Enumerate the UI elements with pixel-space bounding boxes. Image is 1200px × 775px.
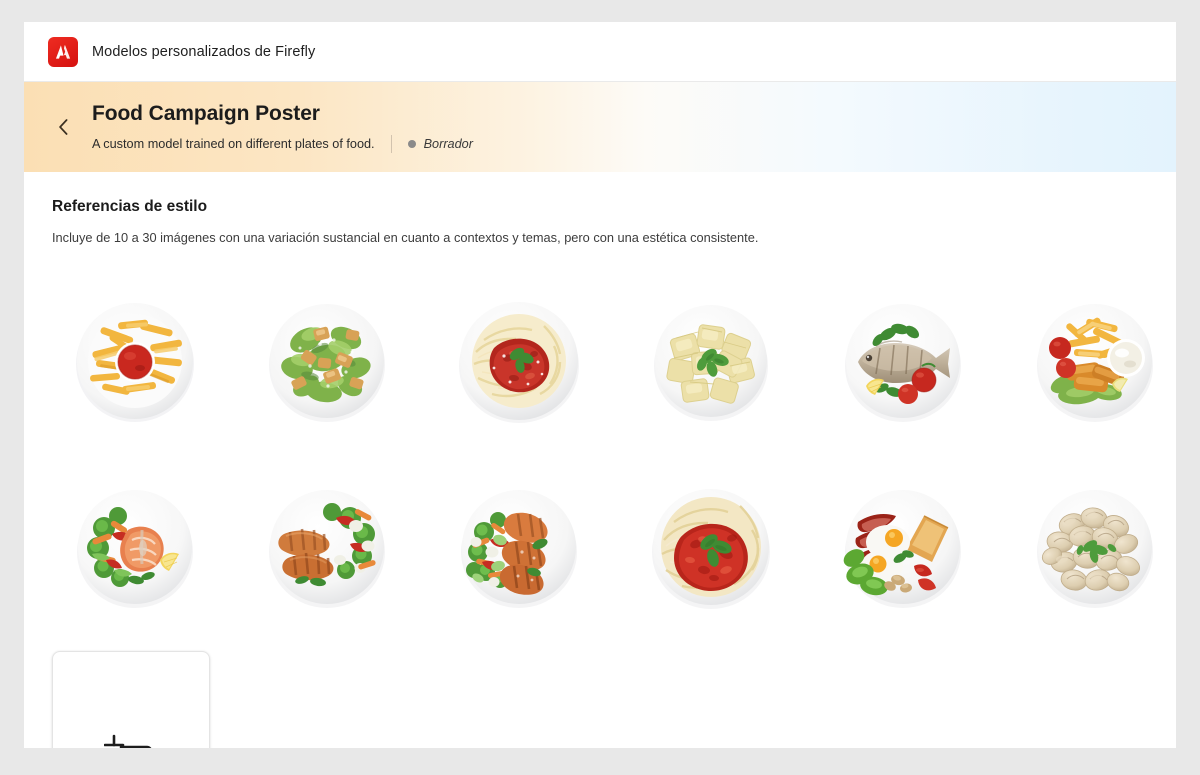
style-reference-thumbnail[interactable] xyxy=(52,280,217,441)
grilled-whole-fish-icon xyxy=(844,303,961,422)
style-reference-thumbnail[interactable] xyxy=(820,280,985,441)
add-image-card[interactable] xyxy=(52,650,210,748)
style-reference-thumbnail[interactable] xyxy=(244,280,409,441)
spaghetti-bolognese-icon xyxy=(458,301,579,423)
chevron-left-icon xyxy=(58,119,67,135)
section-title: Referencias de estilo xyxy=(52,198,208,215)
tortellini-dumplings-icon xyxy=(1036,489,1153,608)
style-reference-thumbnail[interactable] xyxy=(52,466,217,627)
back-button[interactable] xyxy=(46,110,80,144)
meta-divider xyxy=(390,134,392,153)
status-label: Borrador xyxy=(423,136,473,151)
app-window: Modelos personalizados de Firefly Food C… xyxy=(24,22,1176,748)
style-reference-thumbnail[interactable] xyxy=(820,466,985,627)
grilled-chicken-with-vegetables-icon xyxy=(268,489,385,608)
status-dot-icon xyxy=(407,139,416,148)
project-title: Food Campaign Poster xyxy=(92,102,320,126)
main-content: Referencias de estilo Incluye de 10 a 30… xyxy=(24,172,1176,748)
status-badge: Borrador xyxy=(407,136,473,151)
style-reference-grid xyxy=(52,280,1176,627)
pasta-with-tomato-sauce-icon xyxy=(651,488,770,609)
style-reference-thumbnail[interactable] xyxy=(244,466,409,627)
caesar-salad-with-chicken-icon xyxy=(268,303,385,422)
style-reference-thumbnail[interactable] xyxy=(1012,280,1176,441)
project-meta-row: A custom model trained on different plat… xyxy=(92,134,473,153)
french-fries-with-ketchup-icon xyxy=(75,302,194,422)
section-description: Incluye de 10 a 30 imágenes con una vari… xyxy=(52,230,759,245)
grilled-salmon-with-salad-icon xyxy=(460,489,577,608)
project-banner: Food Campaign Poster A custom model trai… xyxy=(24,82,1176,172)
top-navigation-bar: Modelos personalizados de Firefly xyxy=(24,22,1176,82)
ravioli-with-basil-icon xyxy=(653,304,768,421)
add-image-icon xyxy=(104,730,158,748)
style-reference-thumbnail[interactable] xyxy=(628,466,793,627)
banner-text-block: Food Campaign Poster A custom model trai… xyxy=(92,101,473,153)
screenshot-root: Modelos personalizados de Firefly Food C… xyxy=(0,0,1200,775)
adobe-logo-icon[interactable] xyxy=(48,36,78,67)
project-description: A custom model trained on different plat… xyxy=(92,136,375,151)
style-reference-thumbnail[interactable] xyxy=(436,466,601,627)
app-title: Modelos personalizados de Firefly xyxy=(92,43,316,60)
style-reference-thumbnail[interactable] xyxy=(1012,466,1176,627)
english-breakfast-icon xyxy=(843,489,961,608)
fish-sticks-with-fries-icon xyxy=(1036,303,1153,422)
salmon-steak-with-vegetables-icon xyxy=(76,489,193,608)
upload-row xyxy=(52,650,1148,748)
style-reference-thumbnail[interactable] xyxy=(628,280,793,441)
style-reference-thumbnail[interactable] xyxy=(436,280,601,441)
